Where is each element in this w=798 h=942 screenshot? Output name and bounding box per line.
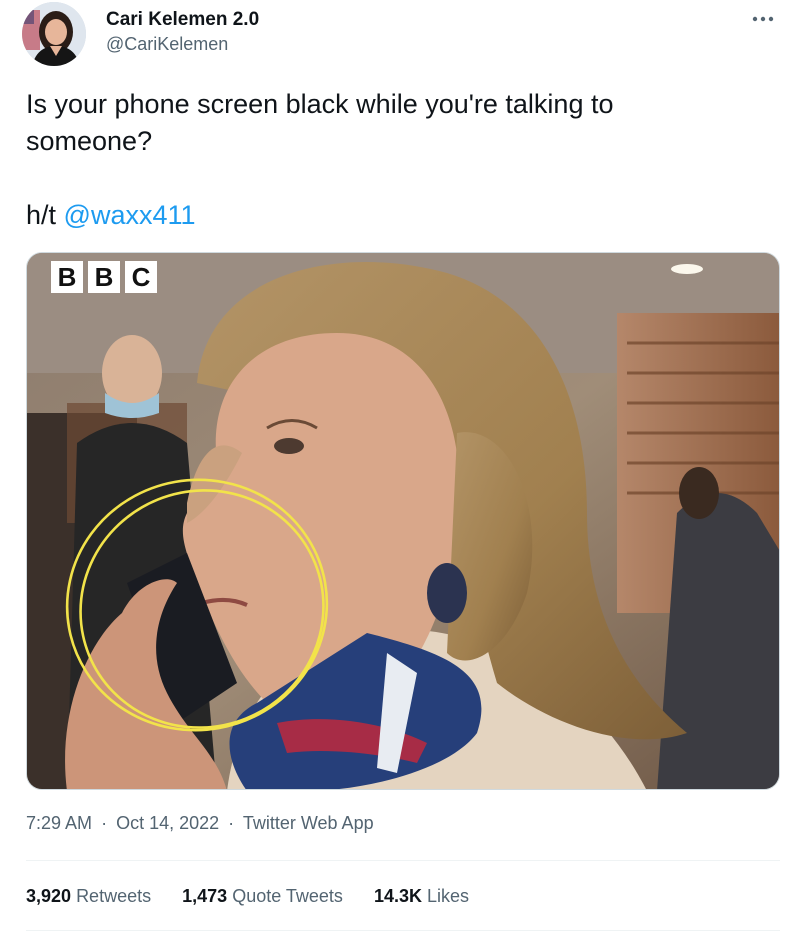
- author-names: Cari Kelemen 2.0 @CariKelemen: [106, 8, 259, 56]
- retweets-label: Retweets: [76, 886, 152, 906]
- tweet-text-line-1: Is your phone screen black while you're …: [26, 89, 614, 119]
- quote-tweets-count: 1,473: [182, 886, 228, 906]
- likes-label: Likes: [427, 886, 470, 906]
- more-horizontal-icon[interactable]: [748, 4, 778, 34]
- tweet-text-line-2: someone?: [26, 126, 153, 156]
- meta-separator: ·: [228, 813, 235, 833]
- author-display-name[interactable]: Cari Kelemen 2.0: [106, 8, 259, 32]
- likes-count: 14.3K: [373, 886, 422, 906]
- mention-link[interactable]: @waxx411: [64, 200, 196, 230]
- likes-stat[interactable]: 14.3K Likes: [374, 884, 469, 908]
- hat-tip-line: h/t @waxx411: [26, 197, 766, 234]
- tweet-date[interactable]: Oct 14, 2022: [116, 813, 219, 833]
- retweets-count: 3,920: [26, 886, 72, 906]
- svg-text:B: B: [58, 262, 77, 292]
- quote-tweets-stat[interactable]: 1,473 Quote Tweets: [182, 884, 343, 908]
- divider: [26, 860, 780, 861]
- quote-tweets-label: Quote Tweets: [232, 886, 343, 906]
- engagement-stats: 3,920 Retweets 1,473 Quote Tweets 14.3K …: [26, 884, 495, 908]
- svg-text:C: C: [132, 262, 151, 292]
- bbc-logo: B B C: [51, 261, 157, 293]
- divider: [26, 930, 780, 931]
- tweet-header: Cari Kelemen 2.0 @CariKelemen: [22, 2, 782, 72]
- tweet-source[interactable]: Twitter Web App: [243, 813, 374, 833]
- retweets-stat[interactable]: 3,920 Retweets: [26, 884, 151, 908]
- tweet-media-image[interactable]: B B C: [26, 252, 780, 790]
- hat-tip-prefix: h/t: [26, 200, 64, 230]
- tweet-detail: Cari Kelemen 2.0 @CariKelemen Is your ph…: [0, 0, 798, 942]
- meta-separator: ·: [101, 813, 108, 833]
- tweet-text: Is your phone screen black while you're …: [26, 86, 766, 234]
- author-handle[interactable]: @CariKelemen: [106, 32, 259, 56]
- tweet-meta: 7:29 AM · Oct 14, 2022 · Twitter Web App: [26, 811, 374, 835]
- svg-text:B: B: [95, 262, 114, 292]
- avatar[interactable]: [22, 2, 86, 66]
- tweet-time[interactable]: 7:29 AM: [26, 813, 92, 833]
